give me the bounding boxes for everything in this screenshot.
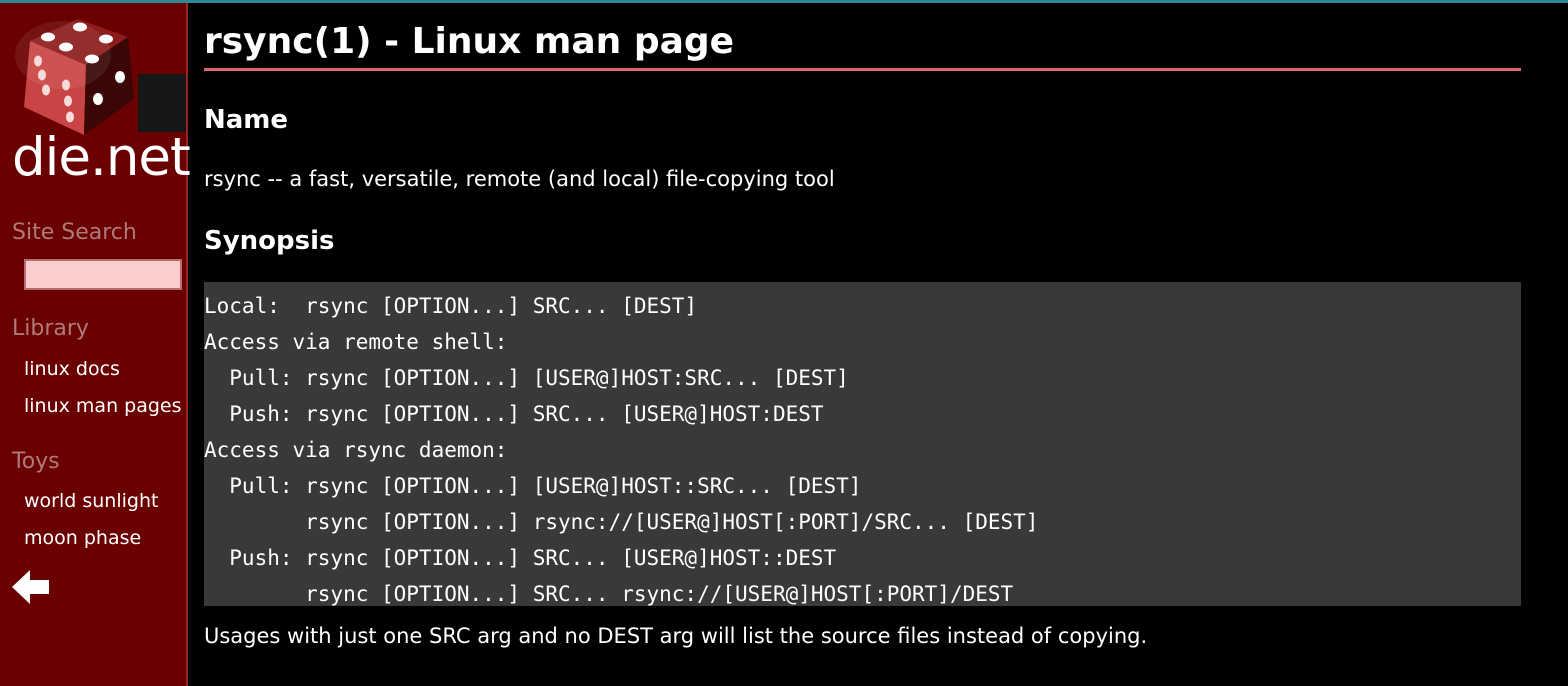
name-section-heading: Name xyxy=(204,105,289,135)
sidebar-link-world-sunlight[interactable]: world sunlight xyxy=(24,492,158,511)
dice-logo-icon[interactable] xyxy=(8,15,148,140)
site-search-input[interactable] xyxy=(24,259,182,290)
sidebar-link-linux-docs[interactable]: linux docs xyxy=(24,360,120,379)
synopsis-section-heading: Synopsis xyxy=(204,226,335,256)
title-underline xyxy=(204,68,1521,71)
sidebar-link-linux-man-pages[interactable]: linux man pages xyxy=(24,397,182,416)
synopsis-line: Push: rsync [OPTION...] SRC... [USER@]HO… xyxy=(204,546,837,570)
toys-heading: Toys xyxy=(12,449,60,474)
usage-note: Usages with just one SRC arg and no DEST… xyxy=(204,624,1148,648)
left-arrow-icon[interactable] xyxy=(12,569,50,605)
synopsis-code-block: Local: rsync [OPTION...] SRC... [DEST] A… xyxy=(204,282,1521,606)
synopsis-line: Local: rsync [OPTION...] SRC... [DEST] xyxy=(204,294,698,318)
synopsis-line: rsync [OPTION...] SRC... rsync://[USER@]… xyxy=(204,582,1014,606)
library-heading: Library xyxy=(12,316,89,341)
synopsis-line: Push: rsync [OPTION...] SRC... [USER@]HO… xyxy=(204,402,824,426)
page-title: rsync(1) - Linux man page xyxy=(204,21,735,62)
synopsis-line: Pull: rsync [OPTION...] [USER@]HOST:SRC.… xyxy=(204,366,849,390)
top-accent-line xyxy=(0,0,1568,3)
site-search-heading: Site Search xyxy=(12,220,137,245)
synopsis-line: Pull: rsync [OPTION...] [USER@]HOST::SRC… xyxy=(204,474,862,498)
name-description: rsync -- a fast, versatile, remote (and … xyxy=(204,167,835,191)
sidebar-link-moon-phase[interactable]: moon phase xyxy=(24,529,141,548)
site-logo-text[interactable]: die.net xyxy=(12,131,191,184)
sidebar: die.net Site Search Library linux docs l… xyxy=(0,3,191,686)
synopsis-line: rsync [OPTION...] rsync://[USER@]HOST[:P… xyxy=(204,510,1039,534)
synopsis-line: Access via rsync daemon: xyxy=(204,438,508,462)
synopsis-line: Access via remote shell: xyxy=(204,330,508,354)
